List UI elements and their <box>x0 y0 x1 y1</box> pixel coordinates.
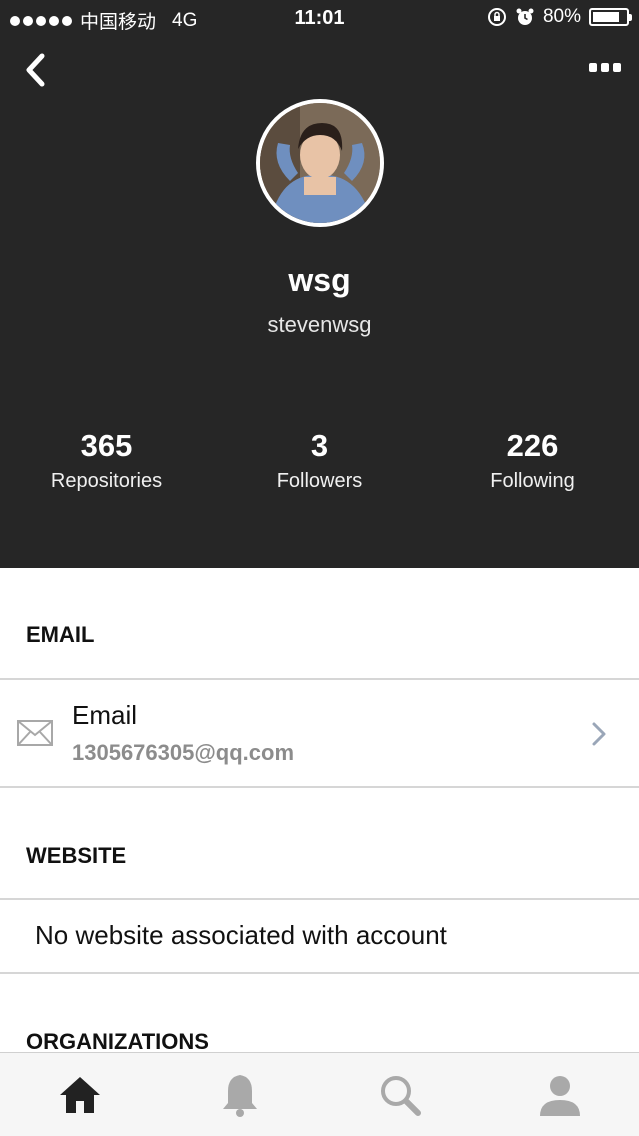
section-title-website: WEBSITE <box>26 843 127 868</box>
rotation-lock-icon <box>487 8 506 26</box>
profile-header: 中国移动 4G 11:01 80% wsg stevenwsg 365 Repo… <box>0 0 639 568</box>
tab-bar <box>0 1052 639 1136</box>
divider <box>0 972 639 974</box>
search-icon <box>381 1076 421 1116</box>
more-button[interactable] <box>585 56 625 80</box>
back-button[interactable] <box>18 50 58 90</box>
alarm-icon <box>516 8 534 25</box>
stat-value: 226 <box>506 428 559 463</box>
email-row[interactable]: Email 1305676305@qq.com <box>0 680 639 787</box>
chevron-left-icon <box>26 53 45 87</box>
avatar-photo <box>260 103 380 223</box>
person-icon <box>540 1076 580 1116</box>
stat-label: Followers <box>276 470 363 492</box>
battery-icon <box>589 8 632 26</box>
tab-search[interactable] <box>320 1053 480 1136</box>
status-right: 80% <box>487 6 632 28</box>
email-label: Email <box>72 700 138 730</box>
stat-label: Following <box>490 470 575 492</box>
status-bar: 中国移动 4G 11:01 80% <box>0 0 639 38</box>
stat-following[interactable]: 226 Following <box>426 428 639 493</box>
stat-repositories[interactable]: 365 Repositories <box>0 428 213 493</box>
stat-value: 3 <box>310 428 329 463</box>
display-name: wsg <box>288 262 351 298</box>
website-value: No website associated with account <box>35 920 447 950</box>
more-horizontal-icon <box>589 63 621 72</box>
stat-followers[interactable]: 3 Followers <box>213 428 426 493</box>
tab-home[interactable] <box>0 1053 160 1136</box>
bell-icon <box>223 1075 257 1117</box>
tab-profile[interactable] <box>480 1053 639 1136</box>
home-icon <box>60 1077 100 1113</box>
stat-label: Repositories <box>50 470 163 492</box>
divider <box>0 786 639 788</box>
section-title-email: EMAIL <box>26 622 95 647</box>
battery-percent: 80% <box>542 6 581 27</box>
stat-value: 365 <box>80 428 133 463</box>
username: stevenwsg <box>267 312 372 337</box>
envelope-icon <box>17 720 53 746</box>
website-row: No website associated with account <box>0 900 639 972</box>
email-value: 1305676305@qq.com <box>72 740 295 765</box>
tab-notifications[interactable] <box>160 1053 320 1136</box>
avatar[interactable] <box>256 99 384 227</box>
chevron-right-icon <box>592 722 606 746</box>
